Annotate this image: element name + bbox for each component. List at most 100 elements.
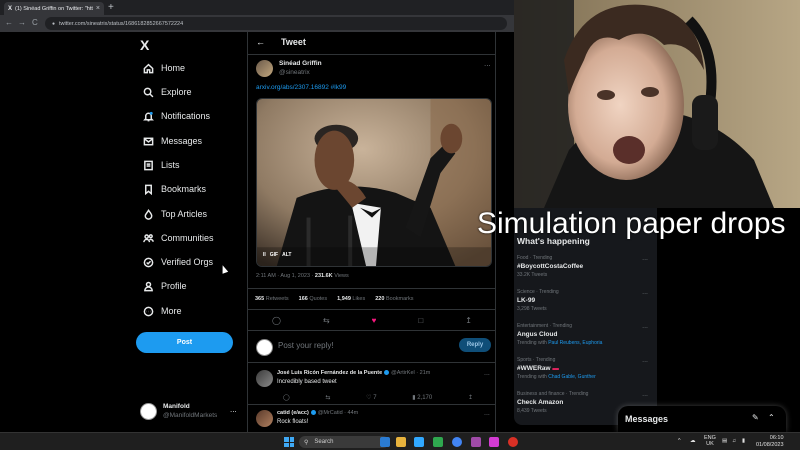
network-icon[interactable]: ▤ — [722, 438, 727, 444]
trend-item[interactable]: Science · Trending LK-99 3,298 Tweets ..… — [517, 289, 652, 312]
chrome-icon[interactable] — [452, 437, 462, 447]
nav-item-more[interactable]: More — [142, 302, 182, 320]
retweets-stat[interactable]: 365 Retweets — [255, 296, 289, 302]
account-handle: @ManifoldMarkets — [163, 412, 218, 419]
trend-related-links[interactable]: Paul Reubens, Euphoria — [548, 340, 602, 346]
back-icon[interactable]: ← — [5, 18, 13, 27]
app-icon[interactable] — [471, 437, 481, 447]
views-count: 2,170 — [417, 395, 433, 401]
speaker-icon[interactable]: ♫ — [732, 438, 736, 444]
home-icon — [142, 62, 154, 74]
reply-icon[interactable]: ◯ — [283, 394, 290, 401]
webcam-overlay — [514, 0, 800, 208]
gif-image — [257, 99, 491, 266]
more-icon[interactable]: ... — [484, 59, 491, 68]
trend-count: 3,298 Tweets — [517, 306, 547, 312]
new-tab-button[interactable]: + — [108, 2, 114, 13]
language-indicator[interactable]: ENG UK — [704, 435, 716, 447]
reply-time: · 21m — [416, 370, 431, 376]
more-icon[interactable]: ... — [642, 255, 648, 262]
reply-text: Rock floats! — [277, 419, 309, 425]
app-icon[interactable] — [433, 437, 443, 447]
nav-item-profile[interactable]: Profile — [142, 277, 187, 295]
post-button[interactable]: Post — [136, 332, 233, 353]
nav-item-communities[interactable]: Communities — [142, 229, 214, 247]
new-message-icon[interactable]: ✎ — [752, 413, 759, 422]
heart-icon[interactable]: ♥ — [372, 316, 377, 325]
more-icon[interactable]: ... — [642, 391, 648, 398]
views-stat[interactable]: ▮ 2,170 — [412, 394, 432, 401]
nav-item-lists[interactable]: Lists — [142, 156, 180, 174]
more-icon[interactable]: ... — [230, 405, 237, 414]
nav-item-explore[interactable]: Explore — [142, 83, 192, 101]
expand-icon[interactable]: ⌃ — [768, 413, 775, 422]
app-icon[interactable] — [508, 437, 518, 447]
share-icon[interactable]: ↥ — [468, 394, 473, 401]
close-icon[interactable]: × — [96, 5, 100, 12]
more-icon[interactable]: ... — [642, 323, 648, 330]
premiere-icon[interactable] — [489, 437, 499, 447]
quotes-stat[interactable]: 166 Quotes — [299, 296, 327, 302]
tweet-author[interactable]: Sinéad Griffin @sineatrix — [256, 59, 322, 77]
nav-item-home[interactable]: Home — [142, 59, 185, 77]
person-icon — [142, 280, 154, 292]
like-stat[interactable]: ♡ 7 — [366, 394, 376, 401]
nav-item-messages[interactable]: Messages — [142, 132, 202, 150]
nav-label: Notifications — [161, 111, 211, 121]
more-icon[interactable]: ... — [642, 357, 648, 364]
tab-title: (1) Sinéad Griffin on Twitter: "htt — [15, 5, 93, 12]
share-icon[interactable]: ↥ — [465, 316, 472, 325]
file-explorer-icon[interactable] — [396, 437, 406, 447]
trend-item[interactable]: Food · Trending #BoycottCostaCoffee 33.2… — [517, 255, 652, 278]
trend-item[interactable]: Entertainment · Trending Angus Cloud Tre… — [517, 323, 652, 346]
photoshop-icon[interactable] — [414, 437, 424, 447]
retweet-icon[interactable]: ⇆ — [323, 316, 330, 325]
more-icon[interactable]: ... — [484, 370, 490, 377]
url-input[interactable]: ● twitter.com/sineatrix/status/168618285… — [45, 17, 507, 30]
browser-tab[interactable]: X (1) Sinéad Griffin on Twitter: "htt × — [4, 2, 104, 15]
bookmark-icon[interactable]: □ — [418, 316, 423, 325]
tweet-timestamp[interactable]: 2:11 AM · Aug 1, 2023 · — [256, 273, 315, 279]
trend-category: Food · Trending — [517, 255, 553, 261]
views-count: 231.6K — [314, 273, 333, 279]
nav-label: Bookmarks — [161, 184, 207, 194]
reply-author-name: José Luis Ricón Fernández de la Puente — [277, 370, 383, 376]
messages-drawer[interactable]: Messages ✎ ⌃ — [618, 406, 786, 432]
app-icon[interactable] — [380, 437, 390, 447]
nav-item-bookmarks[interactable]: Bookmarks — [142, 180, 206, 198]
cloud-icon[interactable]: ☁ — [690, 438, 696, 444]
tweet-media-gif[interactable]: II GIF ALT — [256, 98, 492, 267]
alt-badge[interactable]: ALT — [282, 252, 291, 258]
bookmarks-stat[interactable]: 220 Bookmarks — [375, 296, 413, 302]
pause-icon[interactable]: II — [263, 252, 266, 258]
tweet-text[interactable]: arxiv.org/abs/2307.16892 #lk99 — [256, 84, 346, 91]
windows-start-icon[interactable] — [284, 437, 294, 447]
reply-input[interactable]: Post your reply! — [278, 341, 334, 350]
nav-item-notifications[interactable]: Notifications — [142, 107, 210, 125]
account-switcher[interactable]: Manifold @ManifoldMarkets ... — [140, 402, 237, 420]
trend-related-links[interactable]: Chad Gable, Gunther — [548, 374, 596, 380]
reload-icon[interactable]: C — [32, 18, 38, 27]
back-arrow-icon[interactable]: ← — [256, 37, 265, 47]
likes-stat[interactable]: 1,949 Likes — [337, 296, 365, 302]
x-logo-icon[interactable]: X — [140, 37, 149, 53]
forward-icon[interactable]: → — [18, 18, 26, 27]
more-icon[interactable]: ... — [484, 410, 490, 417]
reply-icon[interactable]: ◯ — [272, 316, 281, 325]
chevron-up-icon[interactable]: ^ — [678, 438, 681, 444]
reply-button[interactable]: Reply — [459, 338, 491, 352]
retweet-icon[interactable]: ⇆ — [325, 394, 330, 401]
messages-drawer-title: Messages — [625, 414, 669, 424]
nav-item-top-articles[interactable]: Top Articles — [142, 205, 207, 223]
battery-icon[interactable]: ▮ — [742, 438, 745, 444]
taskbar-clock[interactable]: 06:10 01/08/2023 — [756, 435, 784, 449]
mouse-cursor-icon — [219, 264, 229, 274]
trend-item[interactable]: Sports · Trending #WWERaw ▬ Trending wit… — [517, 357, 652, 380]
taskbar-search[interactable]: ⚲ Search — [299, 436, 389, 448]
verified-badge-icon — [384, 370, 390, 376]
more-icon[interactable]: ... — [642, 289, 648, 296]
nav-item-verified-orgs[interactable]: Verified Orgs — [142, 253, 213, 271]
nav-label: Profile — [161, 281, 187, 291]
reply-handle: @ArtirKel — [391, 370, 415, 376]
divider — [248, 288, 495, 289]
